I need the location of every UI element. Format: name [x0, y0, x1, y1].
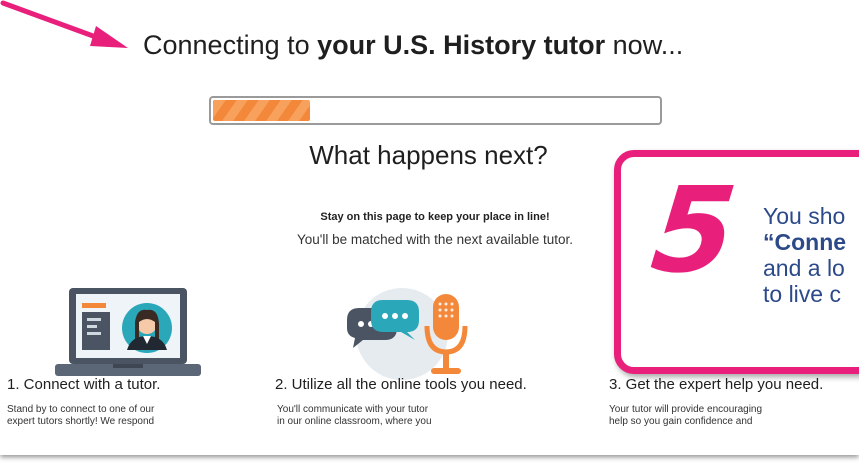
tutor-connecting-page: Connecting to your U.S. History tutor no…	[0, 0, 859, 455]
callout-text-line1: You sho	[763, 203, 846, 229]
stay-on-page-note: Stay on this page to keep your place in …	[320, 211, 550, 223]
what-happens-next-text: What happens next?	[309, 140, 548, 170]
callout-text: You sho “Conne and a lo to live c	[763, 203, 846, 307]
callout-text-line2: “Conne	[763, 229, 847, 255]
callout-step-number: 5	[645, 161, 743, 299]
step-3-text-line2: help so you gain confidence and	[609, 416, 753, 427]
step-2-text-line1: You'll communicate with your tutor	[277, 404, 429, 415]
callout-text-line3: and a lo	[763, 255, 845, 281]
video-call-laptop-icon	[55, 288, 201, 376]
page-headline: Connecting to your U.S. History tutor no…	[143, 30, 783, 61]
step-2-title: 2. Utilize all the online tools you need…	[275, 376, 527, 393]
step-1-text-line1: Stand by to connect to one of our	[7, 404, 155, 415]
step-2-text: You'll communicate with your tutor in ou…	[277, 404, 432, 428]
step-3-title: 3. Get the expert help you need.	[609, 376, 824, 393]
step-1-text: Stand by to connect to one of our expert…	[7, 404, 154, 428]
step-3-text-line1: Your tutor will provide encouraging	[609, 404, 763, 415]
headline-suffix: now...	[605, 30, 684, 60]
headline-prefix: Connecting to	[143, 30, 318, 60]
headline-subject: your U.S. History tutor	[317, 30, 606, 60]
pointer-arrow-icon	[0, 0, 128, 48]
chat-microphone-icon	[347, 288, 468, 380]
progress-fill	[213, 100, 310, 121]
matched-note: You'll be matched with the next availabl…	[296, 232, 573, 247]
step-2-text-line2: in our online classroom, where you	[277, 416, 432, 427]
step-1-text-line2: expert tutors shortly! We respond	[7, 416, 155, 427]
connection-progress-bar	[209, 96, 662, 125]
step-1-title: 1. Connect with a tutor.	[7, 376, 161, 393]
step-3-text: Your tutor will provide encouraging help…	[609, 404, 762, 428]
callout-text-line4: to live c	[763, 281, 841, 307]
step-annotation-callout: 5 You sho “Conne and a lo to live c	[614, 150, 859, 374]
